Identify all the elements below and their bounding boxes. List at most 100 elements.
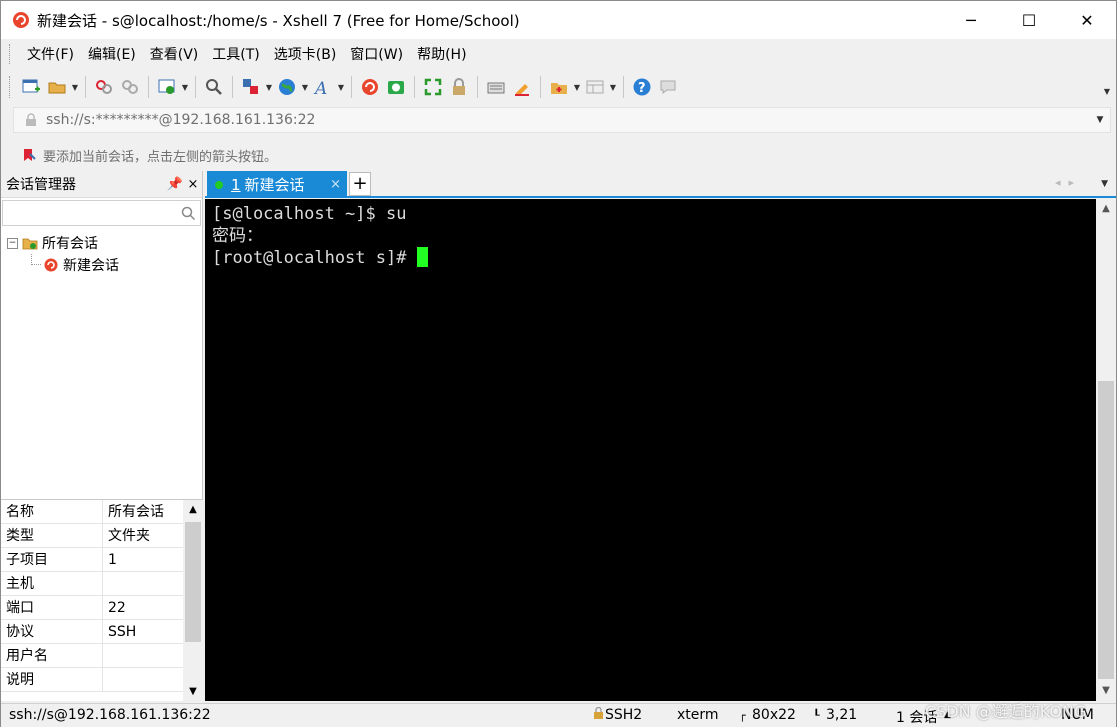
status-lock-icon — [593, 706, 604, 723]
cursor-position-icon: ┖ — [813, 709, 820, 722]
session-tree: − 所有会话 新建会话 — [1, 228, 202, 276]
layout-dropdown-icon[interactable]: ▼ — [608, 74, 618, 100]
title-bar: 新建会话 - s@localhost:/home/s - Xshell 7 (F… — [1, 1, 1116, 39]
menu-tab[interactable]: 选项卡(B) — [267, 44, 344, 64]
fullscreen-icon[interactable] — [420, 74, 446, 100]
reconnect-icon[interactable] — [91, 74, 117, 100]
menu-view[interactable]: 查看(V) — [143, 44, 206, 64]
highlight-icon[interactable] — [509, 74, 535, 100]
property-row: 说明 — [1, 668, 203, 692]
menu-tools[interactable]: 工具(T) — [205, 44, 266, 64]
terminal-prompt-line: [root@localhost s]# — [212, 247, 1096, 269]
property-key: 类型 — [1, 524, 103, 547]
toolbar-separator — [85, 76, 86, 98]
session-search-input[interactable] — [2, 200, 201, 226]
chat-icon[interactable] — [655, 74, 681, 100]
bookmark-arrow-icon[interactable] — [21, 147, 37, 163]
scroll-thumb[interactable] — [185, 522, 201, 642]
search-icon[interactable] — [180, 205, 196, 221]
toolbar-separator — [414, 76, 415, 98]
terminal-area[interactable]: [s@localhost ~]$ su 密码： [root@localhost … — [205, 199, 1096, 701]
property-row: 类型 文件夹 — [1, 524, 203, 548]
close-button[interactable]: ✕ — [1058, 1, 1116, 39]
watermark: CSDN @邂逅的KONG — [925, 702, 1087, 721]
svg-text:A: A — [313, 79, 327, 97]
property-key: 子项目 — [1, 548, 103, 571]
scroll-down-icon[interactable]: ▼ — [1096, 681, 1116, 701]
tab-bar: 1 新建会话 × + ◂▸ ▼ — [205, 171, 1116, 198]
keyboard-icon[interactable] — [483, 74, 509, 100]
xshell-window: 新建会话 - s@localhost:/home/s - Xshell 7 (F… — [0, 0, 1117, 727]
menu-window[interactable]: 窗口(W) — [343, 44, 410, 64]
new-session-icon[interactable] — [18, 74, 44, 100]
scroll-up-icon[interactable]: ▲ — [1096, 199, 1116, 219]
open-dropdown-icon[interactable]: ▼ — [70, 74, 80, 100]
toolbar-separator — [477, 76, 478, 98]
globe-dropdown-icon[interactable]: ▼ — [300, 74, 310, 100]
svg-text:?: ? — [638, 81, 646, 96]
properties-dropdown-icon[interactable]: ▼ — [180, 74, 190, 100]
property-value — [103, 644, 181, 667]
toolbar-separator — [148, 76, 149, 98]
tree-collapse-icon[interactable]: − — [7, 237, 18, 249]
property-scrollbar[interactable]: ▲ ▼ — [183, 500, 203, 702]
transfer-icon[interactable] — [238, 74, 264, 100]
session-manager: 会话管理器 📌 × − 所有会话 新建会话 名称 所有会话 类型 文件夹 子项目… — [1, 171, 203, 702]
new-folder-dropdown-icon[interactable]: ▼ — [572, 74, 582, 100]
tab-scroll-arrows-icon[interactable]: ◂▸ — [1055, 176, 1082, 189]
lock-icon[interactable] — [446, 74, 472, 100]
property-key: 用户名 — [1, 644, 103, 667]
property-row: 名称 所有会话 — [1, 500, 203, 524]
layout-icon[interactable] — [582, 74, 608, 100]
menu-file[interactable]: 文件(F) — [20, 44, 81, 64]
tab-list-dropdown-icon[interactable]: ▼ — [1101, 179, 1108, 189]
font-dropdown-icon[interactable]: ▼ — [336, 74, 346, 100]
terminal-line: 密码： — [212, 226, 263, 246]
add-tab-button[interactable]: + — [349, 172, 371, 196]
transfer-dropdown-icon[interactable]: ▼ — [264, 74, 274, 100]
tab-new-session[interactable]: 1 新建会话 × — [207, 171, 347, 198]
property-row: 子项目 1 — [1, 548, 203, 572]
property-key: 名称 — [1, 500, 103, 523]
terminal-cursor — [416, 247, 428, 267]
tab-label: 新建会话 — [244, 176, 305, 194]
scroll-up-icon[interactable]: ▲ — [183, 500, 203, 520]
properties-icon[interactable] — [154, 74, 180, 100]
globe-icon[interactable] — [274, 74, 300, 100]
tab-number: 1 — [231, 175, 241, 194]
property-value: SSH — [108, 624, 137, 640]
open-folder-icon[interactable] — [44, 74, 70, 100]
xshell-logo-icon — [13, 12, 29, 28]
property-row: 主机 — [1, 572, 203, 596]
xftp-icon[interactable] — [383, 74, 409, 100]
terminal-scrollbar[interactable]: ▲ ▼ — [1096, 199, 1116, 701]
find-icon[interactable] — [201, 74, 227, 100]
scroll-down-icon[interactable]: ▼ — [183, 682, 203, 702]
tree-item-new-session[interactable]: 新建会话 — [1, 254, 202, 276]
tree-item-all-sessions[interactable]: − 所有会话 — [1, 232, 202, 254]
address-input[interactable]: ssh://s:*********@192.168.161.136:22 — [46, 112, 1090, 128]
property-key: 端口 — [1, 596, 103, 619]
hint-bar: 要添加当前会话，点击左侧的箭头按钮。 — [1, 141, 1116, 169]
toolbar-overflow-icon[interactable]: ▼ — [1104, 87, 1110, 96]
scroll-thumb[interactable] — [1098, 381, 1114, 679]
status-connection: ssh://s@192.168.161.136:22 — [9, 707, 211, 723]
new-folder-icon[interactable] — [546, 74, 572, 100]
status-terminal-type: xterm — [677, 707, 719, 723]
tab-close-icon[interactable]: × — [330, 177, 341, 192]
maximize-button[interactable]: ☐ — [1000, 1, 1058, 39]
help-icon[interactable]: ? — [629, 74, 655, 100]
session-manager-close-icon[interactable]: × — [184, 177, 202, 192]
minimize-button[interactable]: ─ — [942, 1, 1000, 39]
pin-icon[interactable]: 📌 — [166, 177, 184, 192]
menu-help[interactable]: 帮助(H) — [410, 44, 473, 64]
toolbar-separator — [232, 76, 233, 98]
xshell-icon[interactable] — [357, 74, 383, 100]
menu-edit[interactable]: 编辑(E) — [81, 44, 143, 64]
property-row: 用户名 — [1, 644, 203, 668]
address-dropdown-icon[interactable]: ▼ — [1090, 115, 1110, 125]
status-cursor-position: 3,21 — [826, 707, 858, 723]
font-icon[interactable]: A — [310, 74, 336, 100]
disconnect-icon[interactable] — [117, 74, 143, 100]
address-bar[interactable]: ssh://s:*********@192.168.161.136:22 ▼ — [13, 107, 1111, 133]
